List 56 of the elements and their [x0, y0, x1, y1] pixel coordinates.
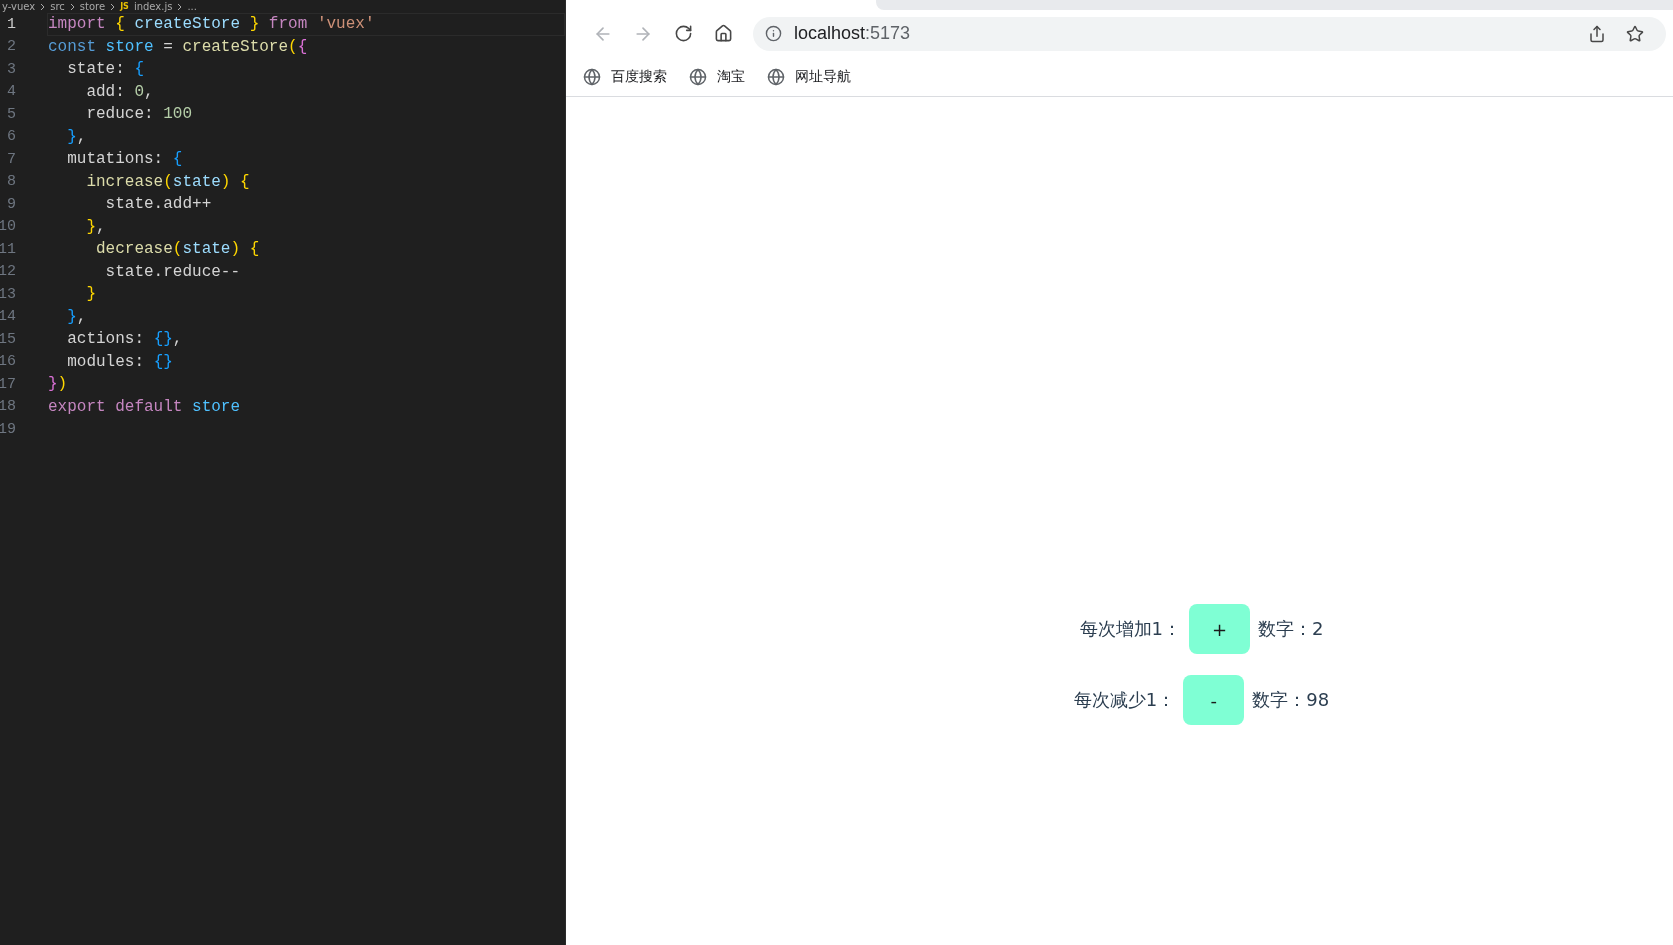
line-number: 4	[6, 83, 16, 101]
url-port: :5173	[865, 23, 911, 44]
address-bar[interactable]: localhost:5173	[753, 16, 1666, 51]
breadcrumb-item[interactable]: src	[50, 0, 65, 13]
code-line: actions: {},	[66, 329, 184, 351]
line-number: 8	[6, 173, 16, 191]
code-line: },	[66, 306, 88, 328]
line-number: 6	[6, 128, 16, 146]
code-line: reduce: 100	[85, 104, 194, 126]
line-number: 1	[6, 15, 16, 33]
line-number: 5	[6, 105, 16, 123]
info-icon	[765, 25, 782, 42]
counter-value: 数字：98	[1252, 688, 1330, 712]
chevron-icon	[69, 2, 75, 11]
breadcrumb-item[interactable]: ...	[187, 0, 197, 13]
code-line: modules: {}	[66, 351, 174, 373]
code-line: },	[85, 216, 107, 238]
counter-button[interactable]: -	[1183, 675, 1245, 725]
bookmark-link[interactable]: 网址导航	[767, 67, 851, 86]
reload-icon	[673, 24, 693, 43]
code-line: increase(state) {	[85, 171, 251, 193]
line-number: 2	[6, 38, 16, 56]
code-line: })	[47, 374, 69, 396]
counter-value: 数字：2	[1258, 617, 1324, 641]
globe-icon	[583, 67, 601, 86]
chevron-icon	[177, 2, 183, 11]
star-icon	[1626, 24, 1644, 43]
code-line: state: {	[66, 59, 146, 81]
code-line: mutations: {	[66, 149, 184, 171]
chevron-icon	[110, 2, 116, 11]
bookmark-link[interactable]: 淘宝	[689, 67, 745, 86]
home-icon	[713, 24, 733, 43]
code-line: state.reduce--	[104, 261, 242, 283]
counter-label: 每次减少1：	[1073, 688, 1176, 712]
code-line: add: 0,	[85, 81, 155, 103]
breadcrumb-item[interactable]: index.js	[133, 0, 173, 13]
line-number: 3	[6, 60, 16, 78]
chevron-icon	[40, 2, 46, 11]
breadcrumb-item[interactable]: y-vuex	[2, 0, 36, 13]
code-line: },	[66, 126, 88, 148]
line-number: 7	[6, 150, 16, 168]
line-number: 9	[6, 195, 16, 213]
url-host: localhost	[794, 23, 866, 44]
share-icon	[1588, 24, 1606, 43]
counter-label: 每次增加1：	[1079, 617, 1181, 641]
code-line: const store = createStore({	[47, 36, 309, 58]
file-type-icon: JS	[120, 0, 129, 13]
globe-icon	[767, 67, 785, 86]
code-line: state.add++	[104, 194, 213, 216]
code-line: export default store	[47, 396, 242, 418]
code-line: decrease(state) {	[95, 239, 261, 261]
breadcrumb-item[interactable]: store	[79, 0, 106, 13]
code-line: }	[85, 284, 97, 306]
bookmark-link[interactable]: 百度搜索	[583, 67, 667, 86]
counter-button[interactable]: +	[1189, 604, 1250, 654]
globe-icon	[689, 67, 707, 86]
